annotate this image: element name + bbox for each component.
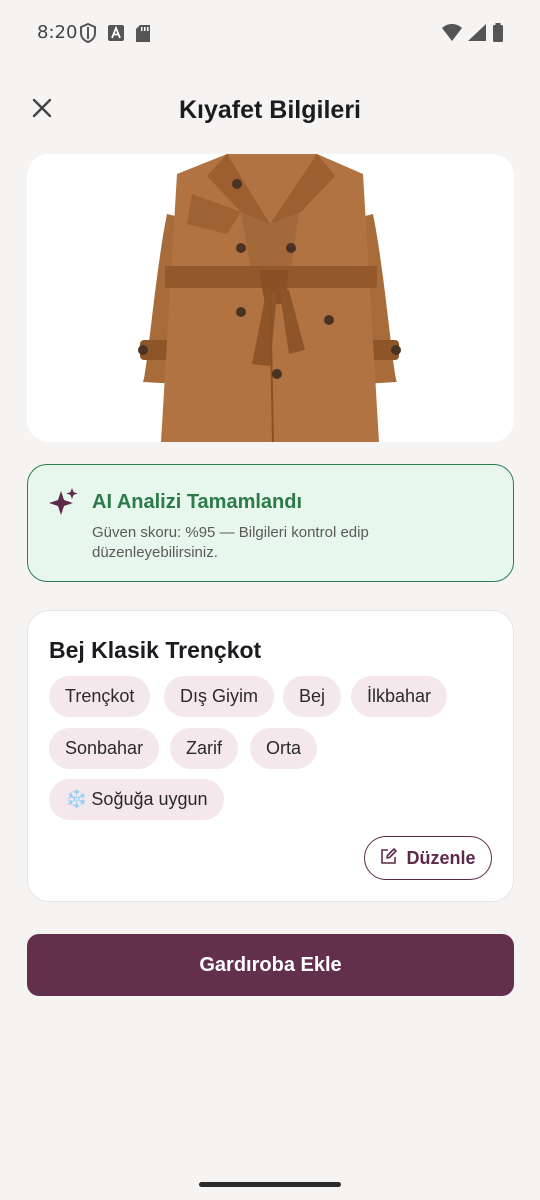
page-title: Kıyafet Bilgileri bbox=[179, 96, 361, 124]
snowflake-icon: ❄️ bbox=[65, 789, 88, 809]
home-indicator[interactable] bbox=[199, 1182, 341, 1187]
tag-label: Dış Giyim bbox=[180, 686, 258, 706]
tag-label: Orta bbox=[266, 738, 302, 758]
tag-label: Bej bbox=[299, 686, 326, 706]
sparkle-icon bbox=[48, 487, 78, 522]
tag-label: Trençkot bbox=[65, 686, 135, 706]
item-info-card: Bej Klasik Trençkot Trençkot Dış Giyim B… bbox=[27, 610, 514, 902]
header: Kıyafet Bilgileri bbox=[0, 80, 540, 142]
tag-label: Sonbahar bbox=[65, 738, 144, 758]
ai-analysis-description: Güven skoru: %95 — Bilgileri kontrol edi… bbox=[92, 524, 369, 561]
tag-label: İlkbahar bbox=[367, 686, 432, 706]
tag-label: Soğuğa uygun bbox=[91, 789, 208, 809]
status-bar: 8:20 bbox=[0, 0, 540, 66]
wifi-icon bbox=[442, 24, 462, 46]
trench-coat-image bbox=[138, 154, 401, 442]
status-time: 8:20 bbox=[37, 22, 78, 43]
edit-button[interactable]: Düzenle bbox=[364, 836, 492, 880]
item-title: Bej Klasik Trençkot bbox=[49, 637, 262, 663]
add-to-wardrobe-label: Gardıroba Ekle bbox=[199, 953, 342, 976]
tag-trenchcoat[interactable]: Trençkot bbox=[49, 676, 151, 717]
signal-icon bbox=[468, 24, 486, 46]
status-icons-right bbox=[442, 23, 504, 47]
edit-icon bbox=[380, 847, 398, 870]
ai-analysis-title: AI Analizi Tamamlandı bbox=[92, 491, 303, 513]
add-to-wardrobe-button[interactable]: Gardıroba Ekle bbox=[27, 934, 514, 996]
tag-beige[interactable]: Bej bbox=[283, 676, 342, 717]
tag-elegant[interactable]: Zarif bbox=[170, 728, 238, 769]
tag-label: Zarif bbox=[186, 738, 222, 758]
sd-card-icon bbox=[136, 24, 150, 47]
tag-medium[interactable]: Orta bbox=[250, 728, 318, 769]
tag-outerwear[interactable]: Dış Giyim bbox=[164, 676, 274, 717]
battery-icon bbox=[492, 23, 504, 47]
edit-button-label: Düzenle bbox=[406, 847, 476, 868]
ai-analysis-card: AI Analizi Tamamlandı Güven skoru: %95 —… bbox=[27, 464, 514, 582]
tag-autumn[interactable]: Sonbahar bbox=[49, 728, 160, 769]
shield-icon bbox=[80, 22, 96, 48]
tag-spring[interactable]: İlkbahar bbox=[351, 676, 448, 717]
clothing-image-card bbox=[27, 154, 514, 442]
status-icons-left bbox=[80, 22, 150, 48]
font-a-icon bbox=[108, 25, 124, 46]
tag-cold-suitable[interactable]: ❄️ Soğuğa uygun bbox=[49, 779, 224, 820]
